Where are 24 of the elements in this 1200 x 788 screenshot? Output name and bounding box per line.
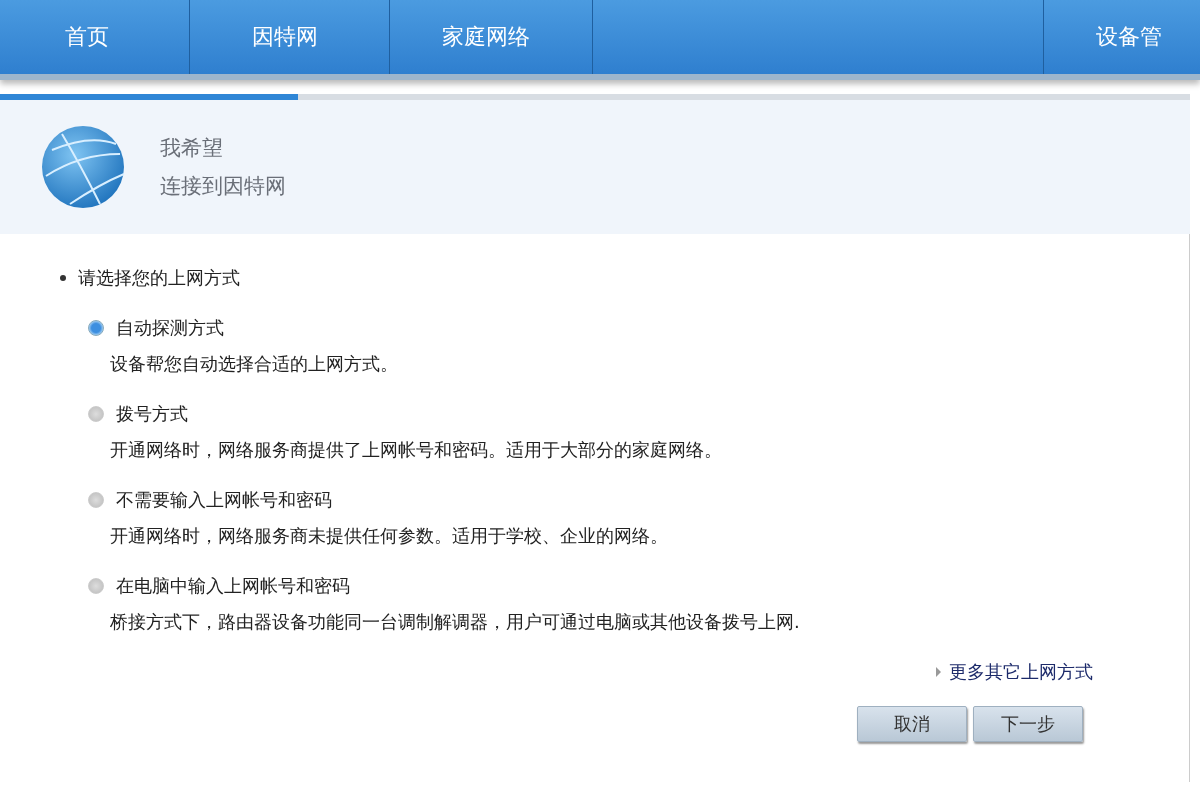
option-description: 桥接方式下，路由器设备功能同一台调制解调器，用户可通过电脑或其他设备拨号上网. — [110, 610, 801, 634]
nav-tab[interactable]: 首页 — [0, 0, 190, 74]
header-title: 我希望 — [160, 135, 224, 162]
option-label[interactable]: 自动探测方式 — [116, 316, 224, 340]
option-label[interactable]: 在电脑中输入上网帐号和密码 — [116, 574, 350, 598]
option-label[interactable]: 不需要输入上网帐号和密码 — [116, 488, 332, 512]
radio-button[interactable] — [88, 406, 104, 422]
radio-button[interactable] — [88, 578, 104, 594]
triangle-icon — [936, 667, 941, 677]
nav-tab[interactable]: 家庭网络 — [390, 0, 593, 74]
radio-button[interactable] — [88, 320, 104, 336]
question-label: 请选择您的上网方式 — [78, 266, 240, 290]
next-button[interactable]: 下一步 — [973, 706, 1083, 742]
bullet-icon — [60, 275, 66, 281]
cancel-button[interactable]: 取消 — [857, 706, 967, 742]
header-subtitle: 连接到因特网 — [160, 173, 286, 200]
more-options-link[interactable]: 更多其它上网方式 — [949, 660, 1093, 684]
globe-icon — [40, 124, 126, 210]
option-label[interactable]: 拨号方式 — [116, 402, 188, 426]
option-description: 设备帮您自动选择合适的上网方式。 — [110, 352, 399, 376]
radio-button[interactable] — [88, 492, 104, 508]
option-description: 开通网络时，网络服务商未提供任何参数。适用于学校、企业的网络。 — [110, 524, 669, 548]
option-description: 开通网络时，网络服务商提供了上网帐号和密码。适用于大部分的家庭网络。 — [110, 438, 723, 462]
nav-tab[interactable]: 设备管 — [1043, 0, 1200, 74]
